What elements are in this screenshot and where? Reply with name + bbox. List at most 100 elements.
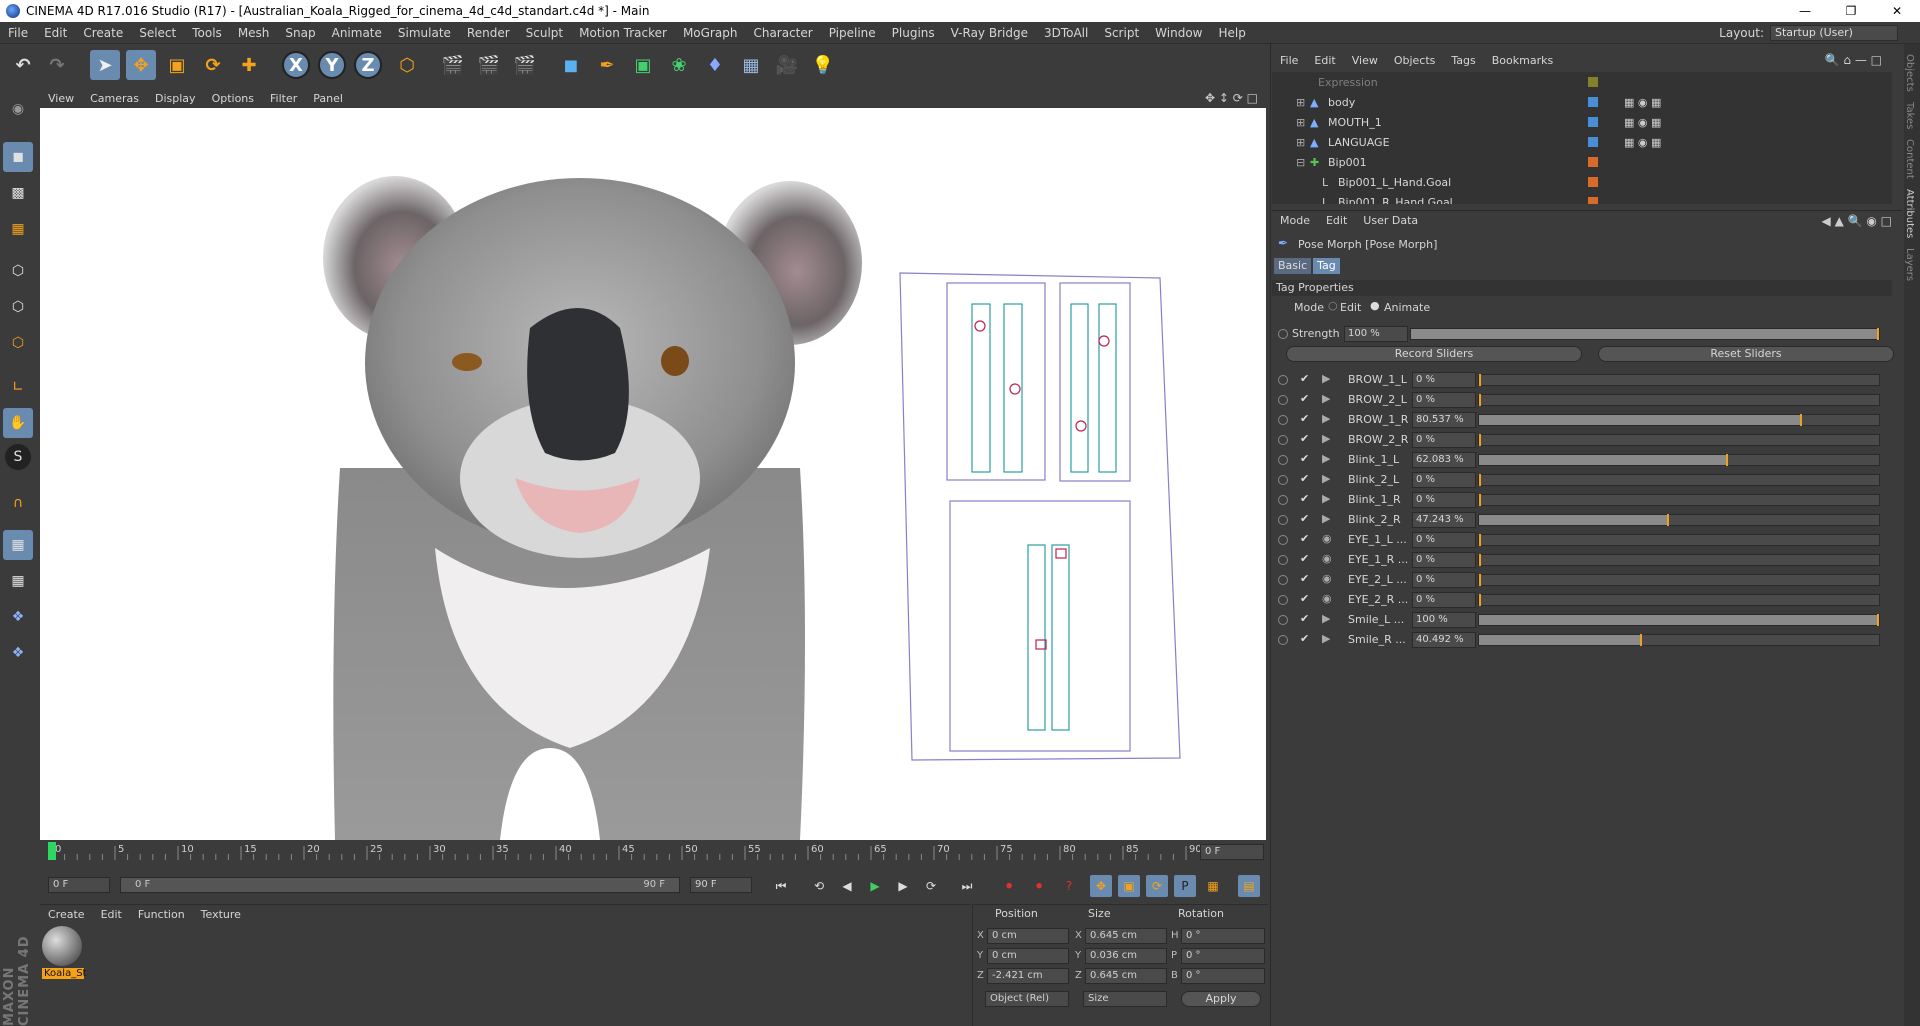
menu-pipeline[interactable]: Pipeline	[821, 26, 884, 40]
menu-vray-bridge[interactable]: V-Ray Bridge	[943, 26, 1036, 40]
material-menu-function[interactable]: Function	[130, 908, 193, 921]
dock-tab-attributes[interactable]: Attributes	[1904, 189, 1915, 238]
slider-animate-icon[interactable]	[1278, 635, 1288, 645]
workplane-lock-icon[interactable]: ▦	[3, 530, 33, 560]
viewport-menu-filter[interactable]: Filter	[262, 92, 305, 105]
tag-properties-section[interactable]: Tag Properties	[1272, 280, 1892, 296]
y-axis-lock-icon[interactable]: Y	[318, 51, 346, 79]
slider-track[interactable]	[1478, 374, 1880, 386]
slider-track[interactable]	[1478, 394, 1880, 406]
menu-sculpt[interactable]: Sculpt	[518, 26, 571, 40]
dock-tab-objects[interactable]: Objects	[1904, 54, 1915, 92]
current-frame-field[interactable]: 0 F	[1200, 844, 1264, 860]
tweak-mode-icon[interactable]: ✋	[3, 408, 33, 438]
slider-enable-checkbox[interactable]: ✔	[1300, 432, 1309, 445]
scale-tool-icon[interactable]: ▣	[162, 50, 192, 80]
slider-value-field[interactable]: 0 %	[1412, 532, 1476, 548]
slider-enable-checkbox[interactable]: ✔	[1300, 612, 1309, 625]
slider-enable-checkbox[interactable]: ✔	[1300, 412, 1309, 425]
slider-track[interactable]	[1478, 634, 1880, 646]
layout-select[interactable]: Startup (User)	[1770, 25, 1898, 41]
attr-menu-user-data[interactable]: User Data	[1355, 214, 1426, 227]
object-row[interactable]: L Bip001_R_Hand.Goal	[1272, 192, 1892, 204]
goto-end-icon[interactable]: ⏭	[956, 875, 978, 897]
reset-sliders-button[interactable]: Reset Sliders	[1598, 346, 1894, 362]
object-row[interactable]: ⊞ ▲ body ▦ ◉ ▦	[1272, 92, 1892, 112]
object-menu-bookmarks[interactable]: Bookmarks	[1484, 54, 1561, 67]
slider-track[interactable]	[1478, 554, 1880, 566]
play-icon[interactable]: ▶	[864, 875, 886, 897]
coord-size-mode-select[interactable]: Size	[1083, 991, 1167, 1007]
slider-enable-checkbox[interactable]: ✔	[1300, 532, 1309, 545]
slider-track[interactable]	[1478, 614, 1880, 626]
slider-animate-icon[interactable]	[1278, 435, 1288, 445]
x-axis-lock-icon[interactable]: X	[282, 51, 310, 79]
make-editable-icon[interactable]: ◉	[3, 94, 33, 124]
coord-mode-select[interactable]: Object (Rel)	[985, 991, 1069, 1007]
slider-value-field[interactable]: 0 %	[1412, 432, 1476, 448]
slider-value-field[interactable]: 0 %	[1412, 552, 1476, 568]
viewport-menu-panel[interactable]: Panel	[305, 92, 351, 105]
object-row[interactable]: ⊟ ✚ Bip001	[1272, 152, 1892, 172]
minimize-button[interactable]: —	[1782, 0, 1828, 22]
size-y-field[interactable]: 0.036 cm	[1085, 948, 1167, 964]
attr-menu-edit[interactable]: Edit	[1318, 214, 1355, 227]
slider-animate-icon[interactable]	[1278, 575, 1288, 585]
slider-enable-checkbox[interactable]: ✔	[1300, 552, 1309, 565]
slider-value-field[interactable]: 0 %	[1412, 592, 1476, 608]
rotate-tool-icon[interactable]: ⟳	[198, 50, 228, 80]
end-frame-field[interactable]: 90 F	[690, 877, 752, 893]
playhead[interactable]	[48, 842, 56, 860]
slider-track[interactable]	[1478, 534, 1880, 546]
coordinate-system-icon[interactable]: ⬡	[392, 50, 422, 80]
edges-mode-icon[interactable]: ⬡	[3, 292, 33, 322]
points-mode-icon[interactable]: ⬡	[3, 256, 33, 286]
preview-range-slider[interactable]: 0 F 90 F	[120, 877, 680, 893]
render-settings-icon[interactable]: 🎬	[510, 50, 540, 80]
subdivision-surface-icon[interactable]: ▣	[628, 50, 658, 80]
menu-motion-tracker[interactable]: Motion Tracker	[571, 26, 675, 40]
goto-start-icon[interactable]: ⏮	[770, 875, 792, 897]
quantize-icon[interactable]: ▦	[3, 566, 33, 596]
slider-value-field[interactable]: 47.243 %	[1412, 512, 1476, 528]
key-rotation-icon[interactable]: ⟳	[1146, 875, 1168, 897]
slider-enable-checkbox[interactable]: ✔	[1300, 472, 1309, 485]
slider-animate-icon[interactable]	[1278, 415, 1288, 425]
slider-enable-checkbox[interactable]: ✔	[1300, 632, 1309, 645]
slider-value-field[interactable]: 0 %	[1412, 472, 1476, 488]
slider-animate-icon[interactable]	[1278, 595, 1288, 605]
snap-magnet-icon[interactable]: ∩	[3, 488, 33, 518]
axis-mode-icon[interactable]: ∟	[3, 372, 33, 402]
goto-next-key-icon[interactable]: ⟳	[920, 875, 942, 897]
object-menu-view[interactable]: View	[1344, 54, 1386, 67]
viewport-menu-view[interactable]: View	[40, 92, 82, 105]
slider-enable-checkbox[interactable]: ✔	[1300, 452, 1309, 465]
tag-icons[interactable]: ▦ ◉ ▦	[1624, 96, 1661, 109]
mode-edit-radio[interactable]: ○	[1328, 299, 1338, 312]
object-menu-file[interactable]: File	[1272, 54, 1306, 67]
viewport-menu-options[interactable]: Options	[204, 92, 262, 105]
z-axis-lock-icon[interactable]: Z	[354, 51, 382, 79]
cloner-icon[interactable]: ❀	[664, 50, 694, 80]
menu-3dtoall[interactable]: 3DToAll	[1036, 26, 1096, 40]
menu-file[interactable]: File	[0, 26, 36, 40]
move-tool-icon[interactable]: ✥	[126, 50, 156, 80]
dock-tab-layers[interactable]: Layers	[1904, 248, 1915, 281]
slider-track[interactable]	[1478, 514, 1880, 526]
python-script-icon[interactable]: ❖	[3, 602, 33, 632]
deformer-icon[interactable]: ♦	[700, 50, 730, 80]
object-manager-search-icon[interactable]: 🔍 ⌂ — □	[1825, 53, 1882, 67]
slider-animate-icon[interactable]	[1278, 455, 1288, 465]
mode-animate-radio[interactable]: ●	[1370, 299, 1380, 312]
material-menu-create[interactable]: Create	[40, 908, 93, 921]
rot-b-field[interactable]: 0 °	[1181, 968, 1265, 984]
light-icon[interactable]: 💡	[808, 50, 838, 80]
slider-animate-icon[interactable]	[1278, 535, 1288, 545]
viewport-menu-cameras[interactable]: Cameras	[82, 92, 147, 105]
rot-p-field[interactable]: 0 °	[1181, 948, 1265, 964]
slider-value-field[interactable]: 0 %	[1412, 492, 1476, 508]
menu-select[interactable]: Select	[131, 26, 184, 40]
slider-value-field[interactable]: 40.492 %	[1412, 632, 1476, 648]
slider-value-field[interactable]: 0 %	[1412, 572, 1476, 588]
menu-simulate[interactable]: Simulate	[390, 26, 459, 40]
